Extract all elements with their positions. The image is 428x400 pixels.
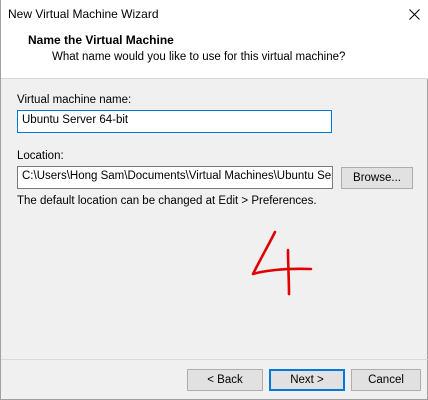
location-input[interactable]: C:\Users\Hong Sam\Documents\Virtual Mach… bbox=[17, 166, 333, 189]
close-icon bbox=[408, 9, 420, 20]
close-button[interactable] bbox=[399, 0, 428, 29]
location-hint: The default location can be changed at E… bbox=[17, 195, 317, 207]
next-button[interactable]: Next > bbox=[269, 369, 345, 391]
vm-name-label: Virtual machine name: bbox=[17, 94, 132, 106]
footer-divider bbox=[1, 359, 428, 360]
location-label: Location: bbox=[17, 150, 64, 162]
handwritten-number-annotation bbox=[251, 230, 313, 296]
title-bar: New Virtual Machine Wizard bbox=[1, 0, 428, 29]
vm-name-input[interactable]: Ubuntu Server 64-bit bbox=[17, 110, 332, 133]
wizard-window: New Virtual Machine Wizard Name the Virt… bbox=[0, 0, 428, 400]
back-button[interactable]: < Back bbox=[187, 369, 263, 391]
browse-button[interactable]: Browse... bbox=[341, 167, 413, 189]
cancel-button[interactable]: Cancel bbox=[351, 369, 421, 391]
page-subtitle: What name would you like to use for this… bbox=[52, 51, 346, 63]
window-title: New Virtual Machine Wizard bbox=[8, 7, 159, 21]
page-title: Name the Virtual Machine bbox=[28, 33, 174, 47]
wizard-header: Name the Virtual Machine What name would… bbox=[1, 29, 428, 79]
